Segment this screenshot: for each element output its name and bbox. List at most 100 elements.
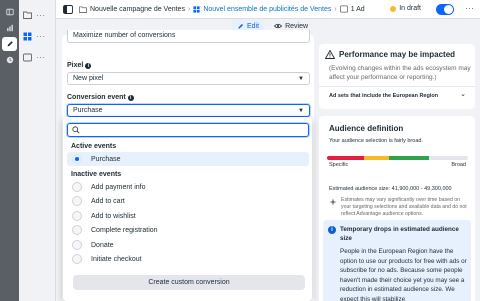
info-icon: i bbox=[328, 226, 336, 234]
grid-icon bbox=[193, 5, 200, 13]
draft-status: In draft bbox=[390, 5, 421, 12]
search-icon bbox=[72, 126, 80, 134]
warning-body: People in the European Region have the o… bbox=[340, 248, 467, 301]
campaign-more-icon[interactable]: ··· bbox=[36, 11, 46, 20]
event-search-input[interactable] bbox=[67, 123, 309, 137]
radio-unselected bbox=[72, 182, 82, 192]
event-option-label: Donate bbox=[91, 241, 114, 249]
campaign-row[interactable]: ··· bbox=[22, 10, 46, 20]
optimization-goal-select[interactable]: Maximize number of conversions bbox=[67, 30, 310, 43]
conversion-event-select[interactable]: Purchase ▼ bbox=[67, 104, 310, 117]
ad-row[interactable]: ··· bbox=[22, 52, 46, 62]
rail-history[interactable] bbox=[2, 53, 17, 67]
sidebar-toggle-icon bbox=[5, 8, 14, 16]
european-region-link[interactable]: Ad sets that include the European Region bbox=[329, 93, 438, 99]
event-option-add-payment-info[interactable]: Add payment info bbox=[67, 180, 309, 194]
chevron-down-icon[interactable]: ⌄ bbox=[460, 90, 466, 98]
breadcrumb-campaign[interactable]: Nouvelle campagne de Ventes bbox=[79, 6, 185, 13]
structure-column: ··· ··· ··· bbox=[19, 0, 56, 301]
pencil-icon bbox=[7, 41, 13, 47]
radio-unselected bbox=[72, 254, 82, 264]
audience-subtitle: Your audience selection is fairly broad. bbox=[329, 138, 423, 144]
breadcrumb-separator: › bbox=[187, 5, 191, 13]
event-option-purchase[interactable]: Purchase bbox=[67, 152, 309, 166]
adset-row[interactable]: ··· bbox=[22, 31, 46, 41]
review-label: Review bbox=[285, 22, 309, 30]
adset-more-icon[interactable]: ··· bbox=[36, 32, 46, 41]
conversion-event-dropdown: Active events Purchase Inactive events A… bbox=[63, 117, 312, 301]
meter-segment-middle bbox=[363, 156, 390, 160]
breadcrumb-ad[interactable]: 1 Ad bbox=[339, 5, 365, 13]
performance-body: (Evolving changes within the ads ecosyst… bbox=[329, 65, 471, 81]
divider bbox=[319, 86, 475, 87]
ad-icon bbox=[22, 52, 32, 62]
breadcrumb-ad-label: 1 Ad bbox=[350, 5, 365, 13]
rail-sidebar-toggle[interactable] bbox=[2, 5, 17, 19]
event-option-label: Complete registration bbox=[91, 226, 158, 234]
chart-icon bbox=[6, 24, 13, 32]
audience-warning: i Temporary drops in estimated audience … bbox=[323, 220, 471, 301]
top-bar: Nouvelle campagne de Ventes › Nouvel ens… bbox=[56, 0, 480, 19]
performance-header: Performance may be impacted bbox=[325, 50, 455, 59]
broad-label: Broad bbox=[451, 162, 466, 168]
event-option-add-to-wishlist[interactable]: Add to wishlist bbox=[67, 209, 309, 223]
event-option-donate[interactable]: Donate bbox=[67, 238, 309, 252]
eye-icon bbox=[274, 23, 283, 29]
publish-toggle[interactable] bbox=[436, 4, 454, 15]
breadcrumb-separator: › bbox=[334, 5, 337, 13]
meter-segment-specific bbox=[327, 156, 364, 160]
pixel-label: Pixel i bbox=[67, 62, 92, 69]
breadcrumb-adset[interactable]: Nouvel ensemble de publicités de Ventes bbox=[193, 6, 331, 13]
left-rail bbox=[0, 0, 19, 301]
estimated-audience-size: Estimated audience size: 41,900,000 - 49… bbox=[329, 186, 452, 192]
draft-status-dot bbox=[390, 5, 397, 12]
rail-charts[interactable] bbox=[2, 21, 17, 35]
radio-unselected bbox=[72, 211, 82, 221]
radio-unselected bbox=[72, 225, 82, 235]
meter-segment-fill bbox=[389, 156, 429, 160]
pixel-select[interactable]: New pixel ▼ bbox=[67, 72, 310, 85]
active-events-heading: Active events bbox=[71, 143, 117, 150]
info-icon[interactable]: i bbox=[127, 94, 134, 101]
warning-icon bbox=[325, 50, 335, 59]
conversion-event-value: Purchase bbox=[73, 107, 103, 114]
ad-more-icon[interactable]: ··· bbox=[36, 53, 46, 62]
radio-selected bbox=[72, 154, 82, 164]
radio-unselected bbox=[72, 240, 82, 250]
rail-edit[interactable] bbox=[2, 37, 17, 51]
performance-title: Performance may be impacted bbox=[339, 50, 456, 59]
event-option-initiate-checkout[interactable]: Initiate checkout bbox=[67, 252, 309, 266]
event-option-label: Add to cart bbox=[91, 197, 125, 205]
chevron-down-icon: ▼ bbox=[298, 108, 304, 114]
pixel-value: New pixel bbox=[73, 75, 104, 82]
event-option-label: Add payment info bbox=[91, 183, 146, 191]
draft-status-label: In draft bbox=[399, 5, 421, 12]
radio-unselected bbox=[72, 196, 82, 206]
conversion-event-label: Conversion event i bbox=[67, 94, 134, 101]
collapse-panel-icon[interactable] bbox=[62, 4, 73, 15]
folder-icon bbox=[22, 10, 32, 20]
info-icon[interactable]: i bbox=[85, 62, 92, 69]
create-custom-conversion-button[interactable]: Create custom conversion bbox=[73, 275, 305, 290]
pixel-label-text: Pixel bbox=[67, 62, 84, 69]
performance-card: Performance may be impacted (Evolving ch… bbox=[319, 44, 475, 109]
pencil-icon bbox=[238, 23, 243, 29]
event-option-label: Add to wishlist bbox=[91, 212, 136, 220]
breadcrumb-campaign-label: Nouvelle campagne de Ventes bbox=[90, 5, 185, 13]
breadcrumb-adset-label: Nouvel ensemble de publicités de Ventes bbox=[203, 5, 332, 13]
audience-breadth-meter bbox=[327, 156, 468, 160]
inactive-events-heading: Inactive events bbox=[71, 171, 122, 178]
event-option-add-to-cart[interactable]: Add to cart bbox=[67, 194, 309, 208]
audience-title: Audience definition bbox=[329, 124, 404, 133]
estimate-note: Estimates may vary significantly over ti… bbox=[341, 197, 467, 217]
event-option-label: Initiate checkout bbox=[91, 255, 142, 263]
event-option-label: Purchase bbox=[91, 155, 121, 163]
ad-icon bbox=[339, 5, 348, 13]
more-options-icon[interactable]: ··· bbox=[465, 3, 474, 13]
warning-title: Temporary drops in estimated audience si… bbox=[340, 226, 459, 242]
clock-icon bbox=[6, 56, 13, 64]
conversion-event-label-text: Conversion event bbox=[67, 94, 126, 101]
optimization-goal-value: Maximize number of conversions bbox=[73, 31, 176, 39]
folder-icon bbox=[79, 5, 87, 13]
event-option-complete-registration[interactable]: Complete registration bbox=[67, 223, 309, 237]
